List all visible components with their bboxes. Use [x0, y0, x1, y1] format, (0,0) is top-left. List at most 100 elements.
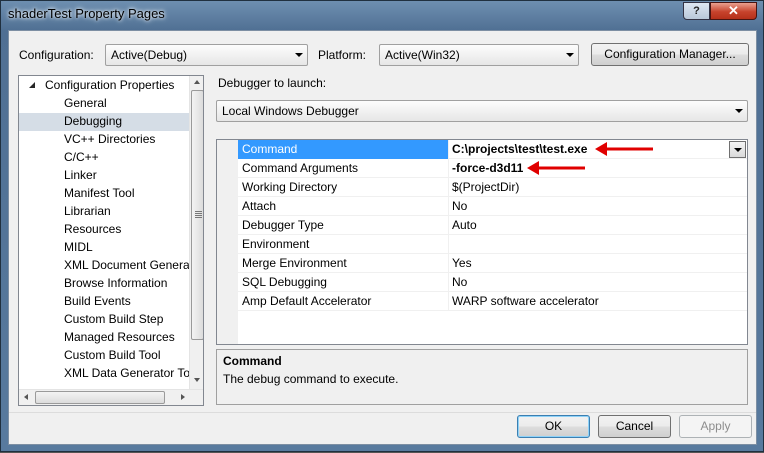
- expand-arrow-icon[interactable]: [51, 261, 56, 271]
- tree-item-build-events[interactable]: Build Events: [19, 293, 189, 311]
- tree-item-xml-document-genera[interactable]: XML Document Genera: [19, 257, 190, 275]
- property-value[interactable]: No: [452, 199, 467, 213]
- description-text: The debug command to execute.: [223, 372, 399, 386]
- tree-item-configuration-properties[interactable]: Configuration Properties: [19, 77, 189, 95]
- close-button[interactable]: ✕: [710, 2, 757, 20]
- debugger-dropdown[interactable]: Local Windows Debugger: [216, 100, 748, 122]
- property-value[interactable]: No: [452, 275, 467, 289]
- tree-item-librarian[interactable]: Librarian: [19, 203, 189, 221]
- property-value[interactable]: C:\projects\test\test.exe: [452, 142, 587, 156]
- tree-item-browse-information[interactable]: Browse Information: [19, 275, 189, 293]
- tree-item-label: Debugging: [64, 114, 123, 128]
- tree-item-label: Manifest Tool: [64, 186, 135, 200]
- tree-item-custom-build-step[interactable]: Custom Build Step: [19, 311, 189, 329]
- tree-item-label: MIDL: [64, 240, 93, 254]
- title-bar[interactable]: shaderTest Property Pages ? ✕: [1, 1, 763, 29]
- debugger-label: Debugger to launch:: [218, 76, 327, 90]
- property-value[interactable]: $(ProjectDir): [452, 180, 519, 194]
- platform-dropdown[interactable]: Active(Win32): [379, 44, 579, 66]
- window-title: shaderTest Property Pages: [8, 6, 165, 21]
- property-name: Attach: [242, 199, 277, 213]
- property-grid: Command C:\projects\test\test.exe Command …: [216, 139, 748, 345]
- property-name: Environment: [242, 237, 310, 251]
- property-name: Command: [242, 142, 298, 156]
- property-row[interactable]: Command C:\projects\test\test.exe: [238, 140, 747, 159]
- tree-item-linker[interactable]: Linker: [19, 167, 189, 185]
- expand-arrow-icon[interactable]: [51, 171, 56, 181]
- expand-arrow-icon[interactable]: [51, 225, 56, 235]
- description-panel: Command The debug command to execute.: [216, 349, 748, 405]
- tree-item-label: Browse Information: [64, 276, 168, 290]
- tree-item-general[interactable]: General: [19, 95, 189, 113]
- property-row[interactable]: Amp Default Accelerator WARP software acc…: [238, 292, 747, 311]
- tree-vertical-scrollbar[interactable]: [189, 76, 203, 389]
- tree-item-label: XML Data Generator To: [64, 366, 191, 380]
- scroll-down-icon[interactable]: [194, 378, 200, 382]
- scroll-up-icon[interactable]: [194, 80, 200, 84]
- property-name: Amp Default Accelerator: [242, 294, 372, 308]
- debugger-value: Local Windows Debugger: [222, 104, 359, 118]
- footer-divider: [9, 412, 756, 413]
- configuration-manager-button[interactable]: Configuration Manager...: [591, 43, 749, 66]
- tree-item-vc-directories[interactable]: VC++ Directories: [19, 131, 189, 149]
- chevron-down-icon: [295, 53, 303, 57]
- property-value[interactable]: Auto: [452, 218, 477, 232]
- tree-item-custom-build-tool[interactable]: Custom Build Tool: [19, 347, 189, 365]
- expand-arrow-icon[interactable]: [51, 153, 56, 163]
- tree-item-managed-resources[interactable]: Managed Resources: [19, 329, 189, 347]
- tree-item-label: Configuration Properties: [45, 78, 175, 92]
- expand-arrow-icon[interactable]: [51, 189, 56, 199]
- property-name: SQL Debugging: [242, 275, 327, 289]
- expand-arrow-icon[interactable]: [51, 369, 56, 379]
- expand-arrow-icon[interactable]: [51, 351, 56, 361]
- property-name: Working Directory: [242, 180, 338, 194]
- tree-item-label: VC++ Directories: [64, 132, 156, 146]
- expand-arrow-icon[interactable]: [51, 207, 56, 217]
- property-row[interactable]: Environment: [238, 235, 747, 254]
- configuration-value: Active(Debug): [111, 48, 188, 62]
- ok-button[interactable]: OK: [517, 415, 590, 438]
- tree-item-label: General: [64, 96, 107, 110]
- chevron-down-icon: [734, 148, 742, 152]
- configuration-dropdown[interactable]: Active(Debug): [105, 44, 308, 66]
- tree-item-debugging[interactable]: Debugging: [19, 113, 189, 131]
- tree-item-resources[interactable]: Resources: [19, 221, 189, 239]
- property-dropdown-button[interactable]: [729, 141, 746, 158]
- property-value[interactable]: Yes: [452, 256, 472, 270]
- cancel-button[interactable]: Cancel: [598, 415, 671, 438]
- expand-arrow-icon[interactable]: [51, 297, 56, 307]
- tree-item-label: Build Events: [64, 294, 131, 308]
- scroll-right-icon[interactable]: [181, 394, 185, 400]
- tree-item-label: C/C++: [64, 150, 99, 164]
- scroll-thumb[interactable]: [191, 90, 203, 340]
- scroll-thumb[interactable]: [35, 391, 165, 404]
- apply-button[interactable]: Apply: [679, 415, 752, 438]
- expand-arrow-icon[interactable]: [51, 243, 56, 253]
- property-row[interactable]: Debugger Type Auto: [238, 216, 747, 235]
- tree-item-c-c[interactable]: C/C++: [19, 149, 189, 167]
- tree-item-manifest-tool[interactable]: Manifest Tool: [19, 185, 189, 203]
- configuration-label: Configuration:: [19, 48, 94, 62]
- platform-value: Active(Win32): [385, 48, 460, 62]
- help-button[interactable]: ?: [683, 2, 710, 20]
- grid-gutter: [217, 140, 238, 344]
- property-row[interactable]: Working Directory $(ProjectDir): [238, 178, 747, 197]
- tree-item-label: Custom Build Tool: [64, 348, 161, 362]
- description-title: Command: [223, 354, 282, 368]
- property-row[interactable]: Merge Environment Yes: [238, 254, 747, 273]
- expanded-icon: [29, 82, 35, 88]
- property-row[interactable]: Attach No: [238, 197, 747, 216]
- property-row[interactable]: Command Arguments -force-d3d11: [238, 159, 747, 178]
- scroll-left-icon[interactable]: [24, 394, 28, 400]
- tree-horizontal-scrollbar[interactable]: [19, 389, 203, 405]
- tree-item-label: XML Document Genera: [64, 258, 190, 272]
- property-value[interactable]: -force-d3d11: [452, 161, 523, 175]
- expand-arrow-icon[interactable]: [51, 315, 56, 325]
- property-value[interactable]: WARP software accelerator: [452, 294, 599, 308]
- tree-item-xml-data-generator-to[interactable]: XML Data Generator To: [19, 365, 191, 383]
- property-row[interactable]: SQL Debugging No: [238, 273, 747, 292]
- tree-item-midl[interactable]: MIDL: [19, 239, 189, 257]
- expand-arrow-icon[interactable]: [51, 333, 56, 343]
- expand-arrow-icon[interactable]: [51, 279, 56, 289]
- close-icon: ✕: [728, 3, 739, 18]
